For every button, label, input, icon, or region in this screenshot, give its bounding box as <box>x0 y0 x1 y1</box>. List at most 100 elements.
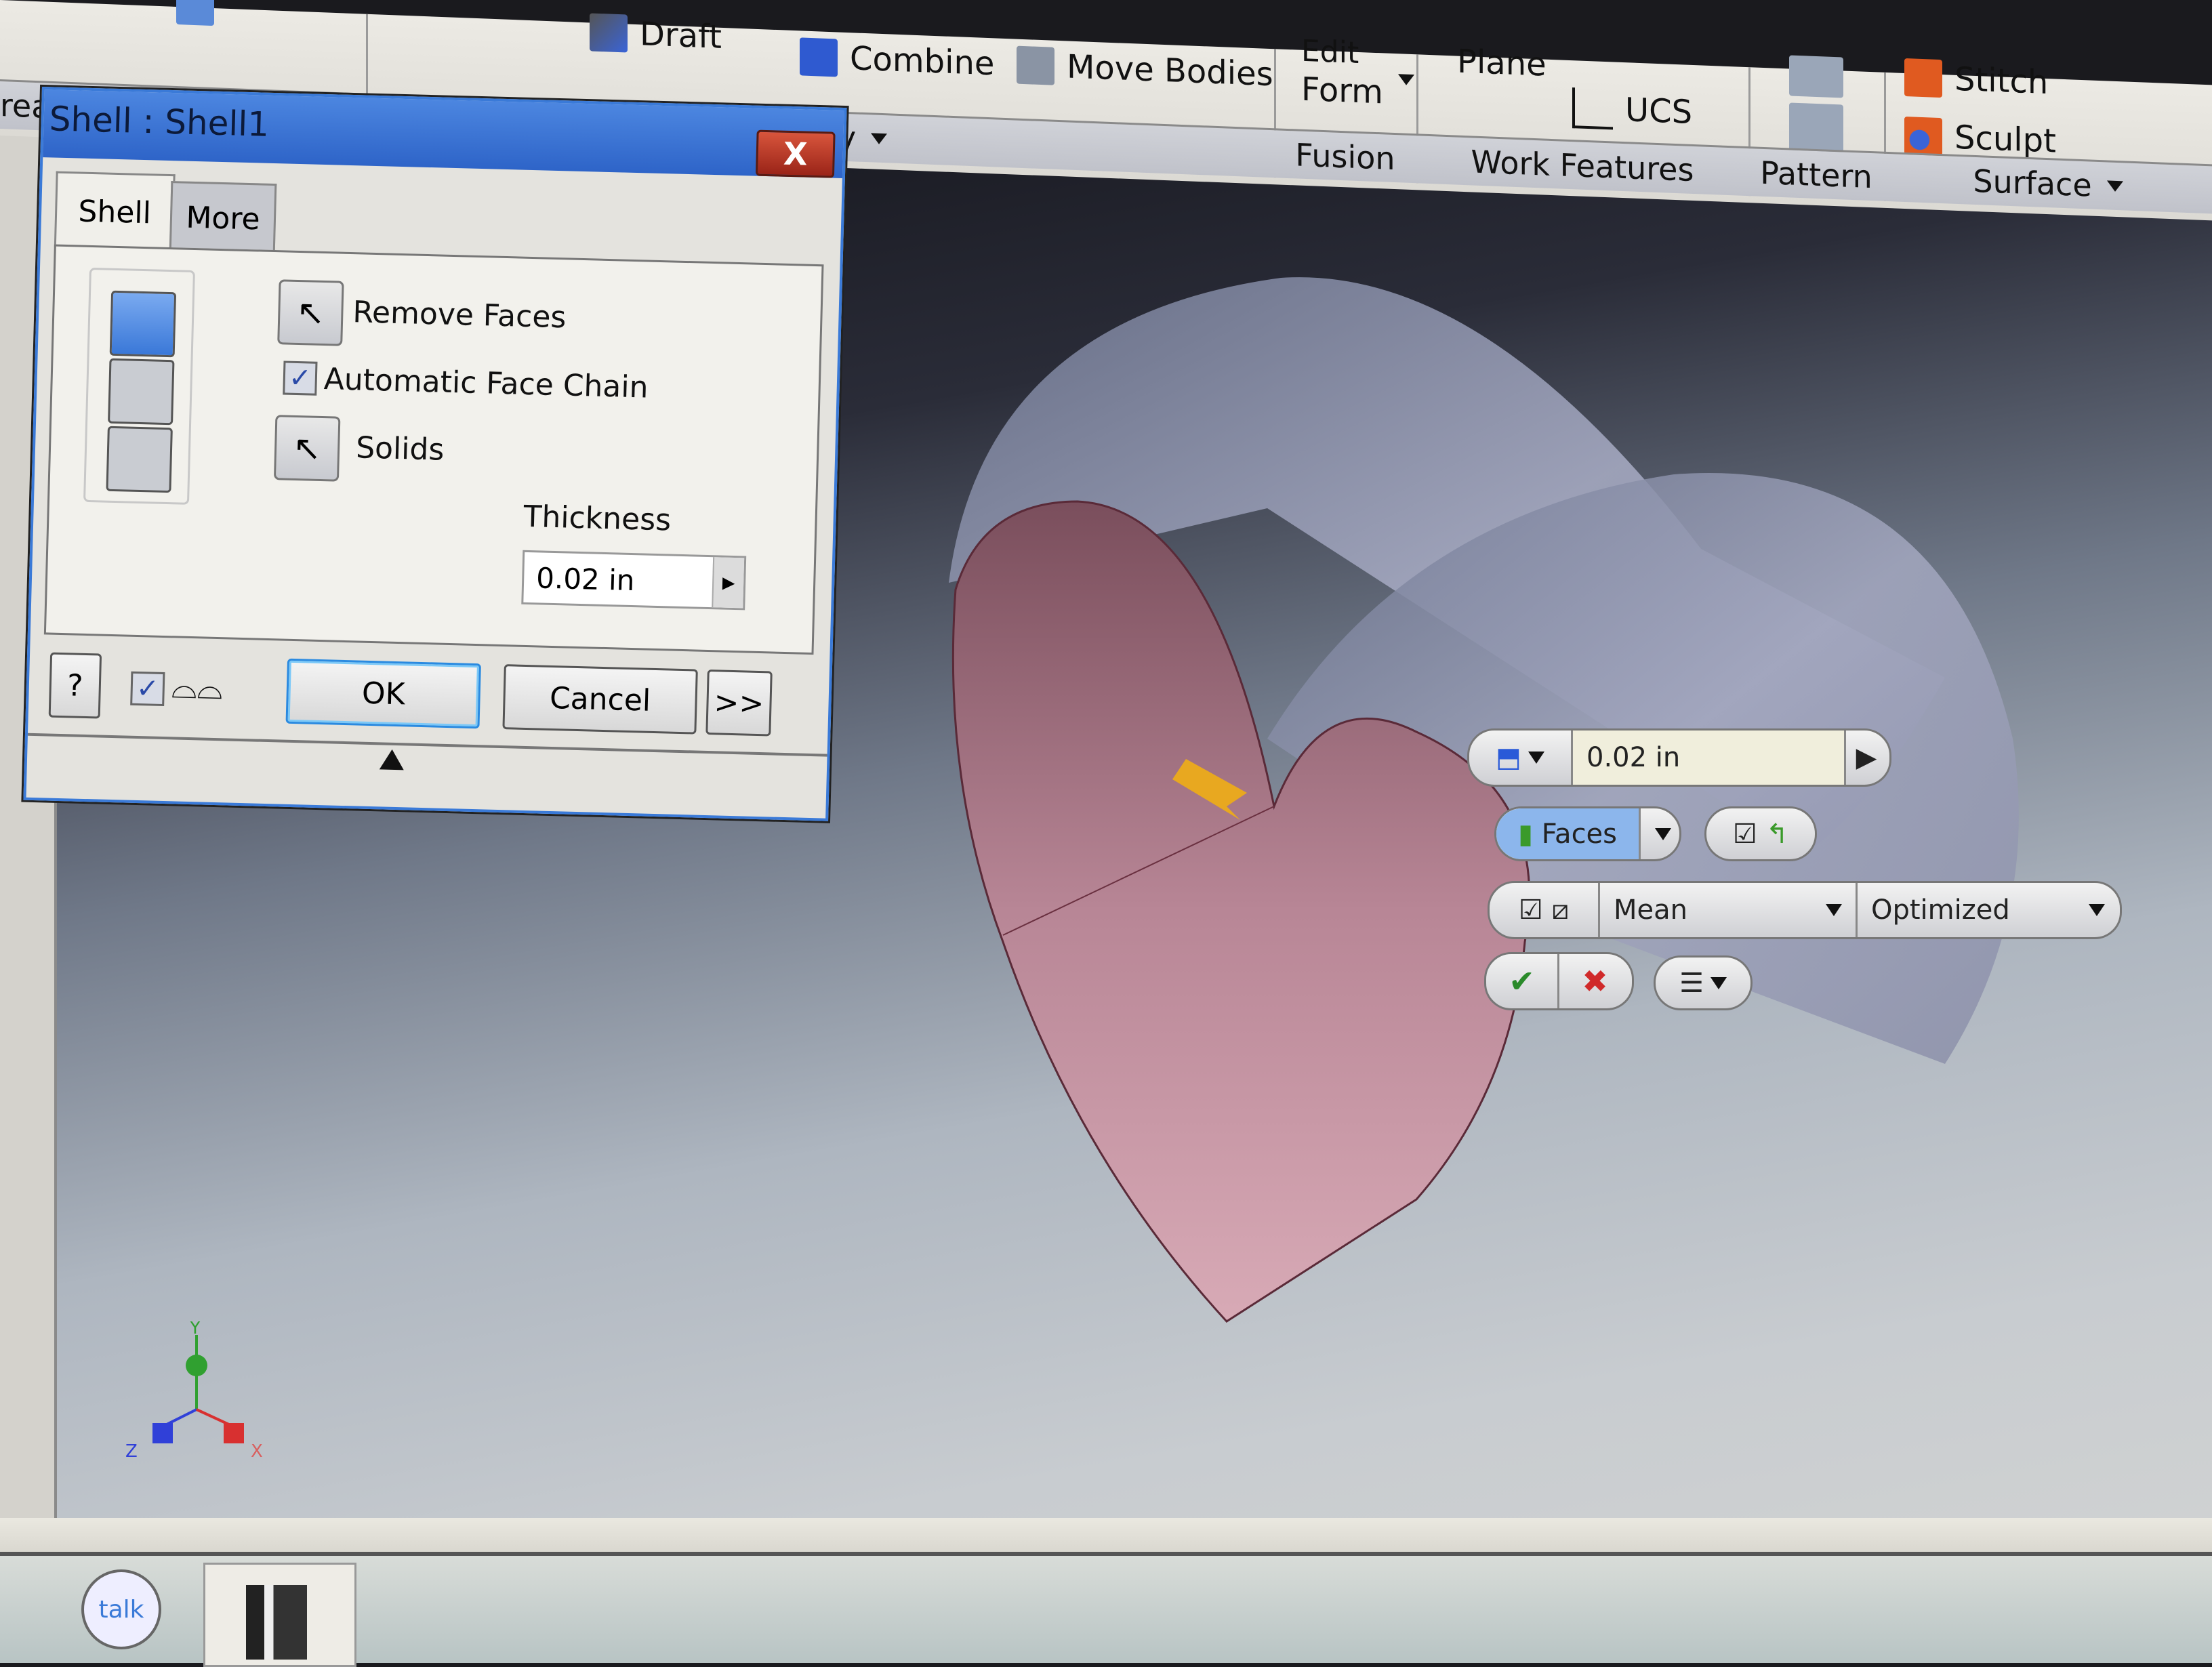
thickness-input[interactable]: 0.02 in ▶ <box>521 550 747 611</box>
faces-dropdown-arrow[interactable] <box>1641 808 1678 859</box>
ucs-button[interactable]: UCS <box>1572 87 1692 133</box>
dropdown-arrow-icon <box>2106 180 2123 192</box>
direction-group <box>83 267 195 505</box>
surface-panel-label[interactable]: Surface <box>1884 151 2212 214</box>
z-axis-label: Z <box>125 1441 138 1462</box>
move-bodies-button[interactable]: Move Bodies <box>1017 45 1273 94</box>
dropdown-arrow-icon <box>1654 827 1671 840</box>
tab-shell[interactable]: Shell <box>54 171 176 251</box>
panel-fusion: Edit Form Fusion <box>1274 34 1418 184</box>
shell-dialog: Shell : Shell1 X Shell More ↖ Remove Fac… <box>23 87 847 821</box>
draft-icon <box>590 13 628 53</box>
remove-faces-select-button[interactable]: ↖ <box>277 279 344 346</box>
fusion-panel-label: Fusion <box>1274 128 1416 184</box>
plane-button[interactable]: Plane <box>1457 43 1547 84</box>
axis-triad: Y Z X <box>125 1321 263 1462</box>
ucs-icon <box>1572 87 1613 130</box>
close-button[interactable]: X <box>755 129 836 178</box>
pattern-panel-label: Pattern <box>1748 146 1884 201</box>
tab-more[interactable]: More <box>169 181 277 254</box>
edit-form-button[interactable]: Form <box>1301 70 1414 112</box>
face-chain-icon: ↰ <box>1765 818 1789 850</box>
mini-thickness-input[interactable]: 0.02 in <box>1573 730 1846 785</box>
x-axis-handle <box>224 1423 244 1443</box>
alternate-solution-toggle[interactable]: ☑ ⧄ <box>1490 883 1600 937</box>
automatic-face-chain-label: Automatic Face Chain <box>323 362 649 405</box>
stitch-icon <box>1904 58 1942 98</box>
more-options-button[interactable]: >> <box>705 669 773 737</box>
preview-glasses-icon: ⌓⌓ <box>171 667 224 707</box>
face-chain-toggle[interactable]: ☑ ↰ <box>1704 806 1817 861</box>
dialog-title: Shell : Shell1 <box>49 99 270 144</box>
help-button[interactable]: ? <box>48 652 102 719</box>
mini-toolbar-options-dropdown[interactable]: ☰ <box>1654 955 1753 1010</box>
collapse-arrow-icon[interactable] <box>379 749 405 770</box>
mean-dropdown[interactable]: Mean <box>1600 883 1858 937</box>
sculpt-icon <box>1904 116 1942 157</box>
mini-toolbar-thickness-row: ⬒ 0.02 in ▶ <box>1467 728 1891 787</box>
y-axis-label: Y <box>189 1321 201 1338</box>
apply-cancel-group: ✔ ✖ <box>1484 952 1634 1010</box>
derive-button[interactable] <box>176 0 226 26</box>
optimized-dropdown[interactable]: Optimized <box>1858 883 2118 937</box>
automatic-face-chain-checkbox[interactable]: ✓ <box>283 361 318 396</box>
mini-thickness-flyout-arrow-icon[interactable]: ▶ <box>1846 730 1887 785</box>
dropdown-arrow-icon <box>2089 904 2105 916</box>
cursor-arrow-icon: ↖ <box>295 292 326 333</box>
remove-faces-label: Remove Faces <box>352 295 567 335</box>
circular-pattern-icon <box>1789 55 1843 98</box>
face-select-icon: ▮ <box>1517 818 1533 850</box>
panel-pattern: Pattern <box>1748 55 1886 201</box>
shell-model[interactable] <box>928 264 2081 1349</box>
pattern-top-button[interactable] <box>1789 55 1856 98</box>
stitch-button[interactable]: Stitch <box>1904 58 2048 102</box>
inside-direction-button[interactable] <box>109 290 177 358</box>
x-icon: ✖ <box>1582 963 1608 1000</box>
edit-form-top-label: Edit <box>1301 33 1359 71</box>
direction-icon: ⬒ <box>1496 742 1521 773</box>
checkmark-icon: ✔ <box>1509 963 1535 1000</box>
status-bar <box>0 1518 2212 1555</box>
cursor-arrow-icon: ↖ <box>292 428 322 468</box>
dropdown-arrow-icon <box>1710 976 1727 989</box>
panel-surface: Stitch Sculpt Surface <box>1884 58 2212 214</box>
x-axis-label: X <box>251 1441 263 1462</box>
dropdown-arrow-icon <box>1826 904 1842 916</box>
dropdown-arrow-icon <box>871 133 888 145</box>
faces-select-button[interactable]: ▮ Faces <box>1496 808 1641 859</box>
work-features-panel-label: Work Features <box>1416 133 1748 197</box>
y-axis-handle <box>186 1355 207 1376</box>
inventor-taskbar-button[interactable] <box>203 1563 356 1667</box>
combine-icon <box>800 37 838 77</box>
move-bodies-icon <box>1017 45 1054 85</box>
draft-button[interactable]: Draft <box>590 13 722 56</box>
both-sides-direction-button[interactable] <box>106 426 173 493</box>
checkbox-icon: ☑ <box>1732 818 1757 850</box>
inventor-app-icon <box>246 1585 307 1660</box>
cancel-button[interactable]: Cancel <box>502 664 698 735</box>
dialog-footer-divider <box>27 733 827 757</box>
shell-tab-panel: ↖ Remove Faces ✓ Automatic Face Chain ↖ … <box>43 244 824 655</box>
checkbox-icon: ☑ <box>1518 894 1543 926</box>
thickness-label: Thickness <box>523 499 672 538</box>
solids-select-button[interactable]: ↖ <box>273 415 341 482</box>
thickness-flyout-arrow-icon[interactable]: ▶ <box>712 557 745 609</box>
faces-select-dropdown[interactable]: ▮ Faces <box>1494 806 1681 861</box>
preview-checkbox[interactable]: ✓ <box>130 671 165 707</box>
apply-button[interactable]: ✔ <box>1486 954 1559 1008</box>
list-options-icon: ☰ <box>1679 967 1704 999</box>
mini-cancel-button[interactable]: ✖ <box>1559 954 1631 1008</box>
derive-icon <box>176 0 214 26</box>
solids-label: Solids <box>355 430 445 468</box>
z-axis-handle <box>152 1423 173 1443</box>
panel-work-features: Plane UCS Work Features <box>1416 43 1750 197</box>
google-talk-taskbar-icon[interactable]: talk <box>81 1569 161 1649</box>
direction-dropdown[interactable]: ⬒ <box>1469 730 1573 785</box>
outside-direction-button[interactable] <box>108 358 175 426</box>
dropdown-arrow-icon <box>1397 74 1414 86</box>
ok-button[interactable]: OK <box>285 658 481 729</box>
mini-toolbar-options-row: ☑ ⧄ Mean Optimized <box>1488 881 2122 939</box>
dropdown-arrow-icon <box>1528 752 1544 764</box>
windows-taskbar: talk <box>0 1552 2212 1667</box>
combine-button[interactable]: Combine <box>800 37 994 83</box>
